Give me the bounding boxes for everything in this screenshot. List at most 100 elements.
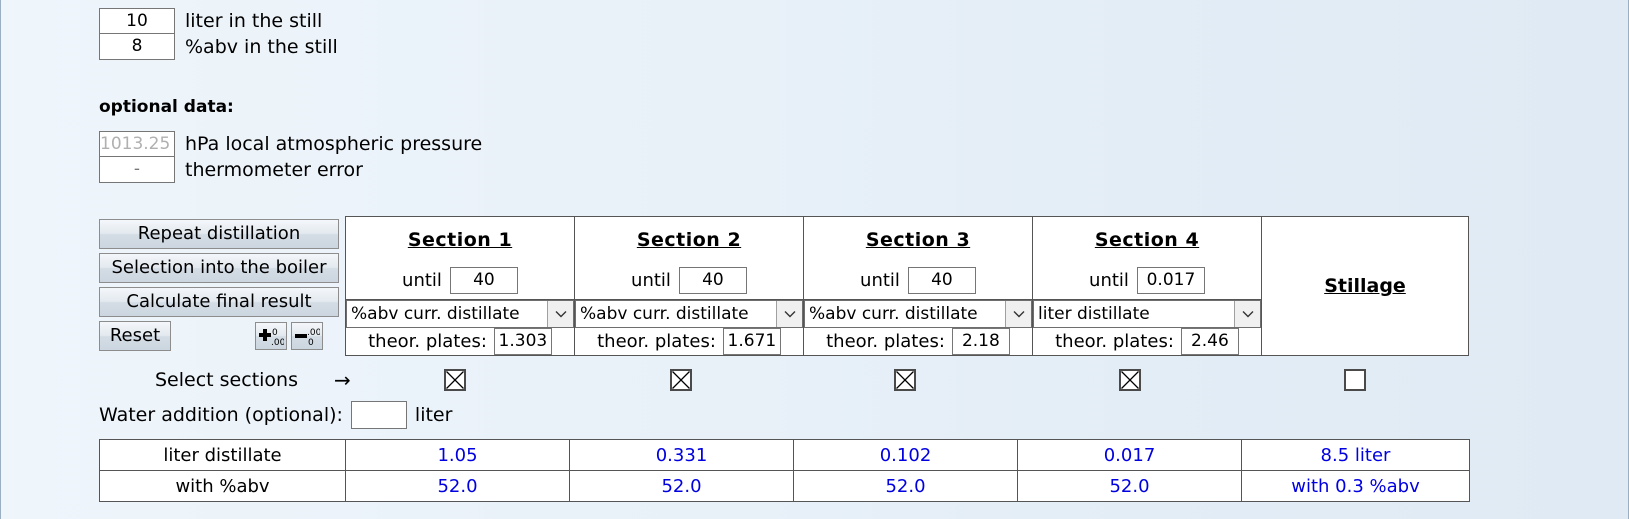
result-row-1-label: liter distillate xyxy=(99,439,346,471)
section-3-until-row: until 40 xyxy=(804,262,1032,299)
results-table: liter distillate 1.05 0.331 0.102 0.017 … xyxy=(99,439,1470,502)
water-addition-row: Water addition (optional): liter xyxy=(99,401,452,429)
section-4-plates-input[interactable]: 2.46 xyxy=(1180,328,1239,355)
reset-button[interactable]: Reset xyxy=(99,321,171,351)
pressure-row: 1013.25 hPa local atmospheric pressure xyxy=(99,131,482,157)
arrow-right-icon: → xyxy=(334,368,351,392)
section-3-mode-label: %abv curr. distillate xyxy=(809,304,978,324)
section-4-until-label: until xyxy=(1089,270,1129,292)
section-2-mode-label: %abv curr. distillate xyxy=(580,304,749,324)
section-column-4: Section 4 until 0.017 liter distillate t… xyxy=(1033,217,1262,355)
chevron-down-icon[interactable] xyxy=(547,301,573,327)
section-1-plates-input[interactable]: 1.303 xyxy=(493,328,552,355)
chevron-down-icon[interactable] xyxy=(1005,301,1031,327)
stillage-column: Stillage xyxy=(1262,217,1468,355)
svg-text:.00: .00 xyxy=(271,338,284,347)
select-sections-row: Select sections → xyxy=(99,366,1473,394)
section-4-until-input[interactable]: 0.017 xyxy=(1136,267,1205,295)
section-1-plates-label: theor. plates: xyxy=(368,331,487,352)
selection-into-boiler-button[interactable]: Selection into the boiler xyxy=(99,253,339,283)
section-1-until-row: until 40 xyxy=(346,262,574,299)
reset-and-decimals-row: Reset 0 .00 .00 0 xyxy=(99,321,339,351)
section-2-checkbox[interactable] xyxy=(670,369,692,391)
section-4-mode-select[interactable]: liter distillate xyxy=(1033,300,1261,328)
section-2-until-input[interactable]: 40 xyxy=(678,267,747,295)
stillage-title: Stillage xyxy=(1324,275,1406,297)
section-4-mode-wrap: liter distillate xyxy=(1033,299,1261,328)
action-button-column: Repeat distillation Selection into the b… xyxy=(99,219,339,351)
increase-decimals-icon[interactable]: 0 .00 xyxy=(255,322,287,350)
section-3-mode-select[interactable]: %abv curr. distillate xyxy=(804,300,1032,328)
section-2-until-row: until 40 xyxy=(575,262,803,299)
decimal-buttons-group: 0 .00 .00 0 xyxy=(255,322,323,350)
liter-in-still-input[interactable]: 10 xyxy=(99,8,175,34)
section-column-1: Section 1 until 40 %abv curr. distillate… xyxy=(346,217,575,355)
section-1-checkbox[interactable] xyxy=(444,369,466,391)
result-row-2-section-1: 52.0 xyxy=(345,470,570,502)
distillation-calculator-page: 10 liter in the still 8 %abv in the stil… xyxy=(1,0,1628,519)
section-2-plates-label: theor. plates: xyxy=(597,331,716,352)
result-row-1-section-1: 1.05 xyxy=(345,439,570,471)
section-1-until-input[interactable]: 40 xyxy=(449,267,518,295)
repeat-distillation-button[interactable]: Repeat distillation xyxy=(99,219,339,249)
result-row-1-section-3: 0.102 xyxy=(793,439,1018,471)
sections-table: Section 1 until 40 %abv curr. distillate… xyxy=(345,216,1469,356)
section-4-checkbox[interactable] xyxy=(1119,369,1141,391)
section-3-until-label: until xyxy=(860,270,900,292)
decrease-decimals-icon[interactable]: .00 0 xyxy=(291,322,323,350)
section-2-mode-select[interactable]: %abv curr. distillate xyxy=(575,300,803,328)
still-input-group: 10 liter in the still 8 %abv in the stil… xyxy=(99,8,338,60)
section-4-plates-row: theor. plates: 2.46 xyxy=(1033,327,1261,355)
abv-in-still-input[interactable]: 8 xyxy=(99,34,175,60)
result-row-2-label: with %abv xyxy=(99,470,346,502)
section-1-title: Section 1 xyxy=(407,228,513,251)
table-row: with %abv 52.0 52.0 52.0 52.0 with 0.3 %… xyxy=(99,470,1470,502)
stillage-checkbox[interactable] xyxy=(1344,369,1366,391)
abv-in-still-label: %abv in the still xyxy=(185,36,338,58)
chevron-down-icon[interactable] xyxy=(1234,301,1260,327)
thermometer-error-label: thermometer error xyxy=(185,159,363,181)
svg-text:.00: .00 xyxy=(307,328,320,338)
section-column-3: Section 3 until 40 %abv curr. distillate… xyxy=(804,217,1033,355)
section-2-until-label: until xyxy=(631,270,671,292)
section-4-plates-label: theor. plates: xyxy=(1055,331,1174,352)
optional-data-group: 1013.25 hPa local atmospheric pressure -… xyxy=(99,131,482,183)
section-2-plates-input[interactable]: 1.671 xyxy=(722,328,781,355)
atmospheric-pressure-input[interactable]: 1013.25 xyxy=(99,131,175,157)
calculate-final-result-button[interactable]: Calculate final result xyxy=(99,287,339,317)
thermometer-error-input[interactable]: - xyxy=(99,157,175,183)
svg-text:0: 0 xyxy=(308,338,314,347)
liter-in-still-label: liter in the still xyxy=(185,10,323,32)
result-row-2-section-3: 52.0 xyxy=(793,470,1018,502)
section-3-plates-row: theor. plates: 2.18 xyxy=(804,327,1032,355)
optional-data-heading: optional data: xyxy=(99,97,234,117)
still-liter-row: 10 liter in the still xyxy=(99,8,338,34)
water-addition-label: Water addition (optional): xyxy=(99,404,343,426)
section-column-2: Section 2 until 40 %abv curr. distillate… xyxy=(575,217,804,355)
thermometer-error-row: - thermometer error xyxy=(99,157,482,183)
section-1-mode-select[interactable]: %abv curr. distillate xyxy=(346,300,574,328)
section-3-mode-wrap: %abv curr. distillate xyxy=(804,299,1032,328)
atmospheric-pressure-label: hPa local atmospheric pressure xyxy=(185,133,483,155)
water-addition-input[interactable] xyxy=(350,401,407,429)
section-3-plates-label: theor. plates: xyxy=(826,331,945,352)
section-3-checkbox[interactable] xyxy=(894,369,916,391)
section-4-until-row: until 0.017 xyxy=(1033,262,1261,299)
result-row-1-section-4: 0.017 xyxy=(1017,439,1242,471)
result-row-1-stillage: 8.5 liter xyxy=(1241,439,1470,471)
result-row-2-section-4: 52.0 xyxy=(1017,470,1242,502)
section-3-title: Section 3 xyxy=(865,228,971,251)
section-4-title: Section 4 xyxy=(1094,228,1200,251)
section-1-until-label: until xyxy=(402,270,442,292)
section-1-plates-row: theor. plates: 1.303 xyxy=(346,327,574,355)
section-3-plates-input[interactable]: 2.18 xyxy=(951,328,1010,355)
select-sections-label: Select sections xyxy=(155,369,298,391)
section-4-mode-label: liter distillate xyxy=(1038,304,1150,324)
chevron-down-icon[interactable] xyxy=(776,301,802,327)
water-addition-unit: liter xyxy=(414,404,453,426)
table-row: liter distillate 1.05 0.331 0.102 0.017 … xyxy=(99,439,1470,471)
section-3-until-input[interactable]: 40 xyxy=(907,267,976,295)
section-1-mode-label: %abv curr. distillate xyxy=(351,304,520,324)
section-2-mode-wrap: %abv curr. distillate xyxy=(575,299,803,328)
section-1-mode-wrap: %abv curr. distillate xyxy=(346,299,574,328)
